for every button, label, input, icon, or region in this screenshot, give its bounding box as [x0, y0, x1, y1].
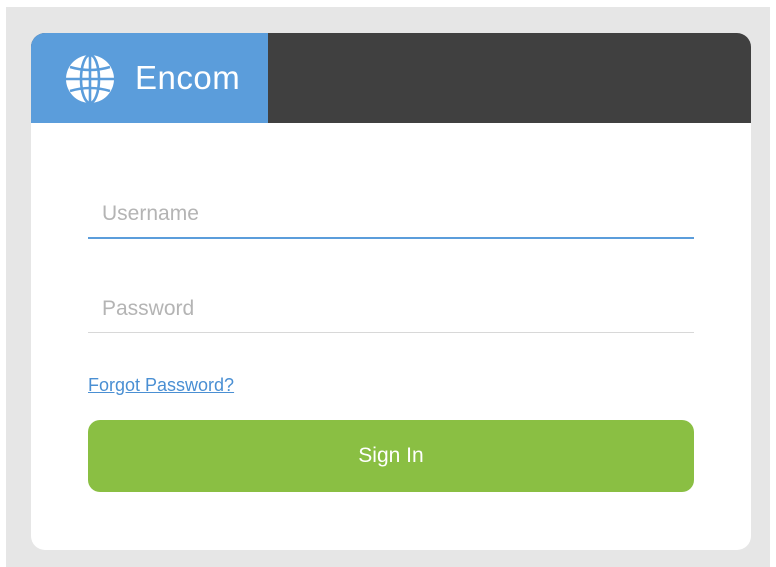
forgot-password-link[interactable]: Forgot Password?	[88, 374, 234, 396]
login-card: Encom Forgot Password? Sign In	[31, 33, 751, 550]
password-input[interactable]	[88, 286, 694, 332]
username-field	[88, 191, 694, 239]
brand-name: Encom	[135, 59, 241, 96]
password-field	[88, 286, 694, 333]
globe-icon	[66, 53, 114, 105]
brand-panel: Encom	[31, 33, 268, 123]
login-header: Encom	[31, 33, 751, 123]
username-input[interactable]	[88, 191, 694, 237]
sign-in-button[interactable]: Sign In	[88, 420, 694, 492]
